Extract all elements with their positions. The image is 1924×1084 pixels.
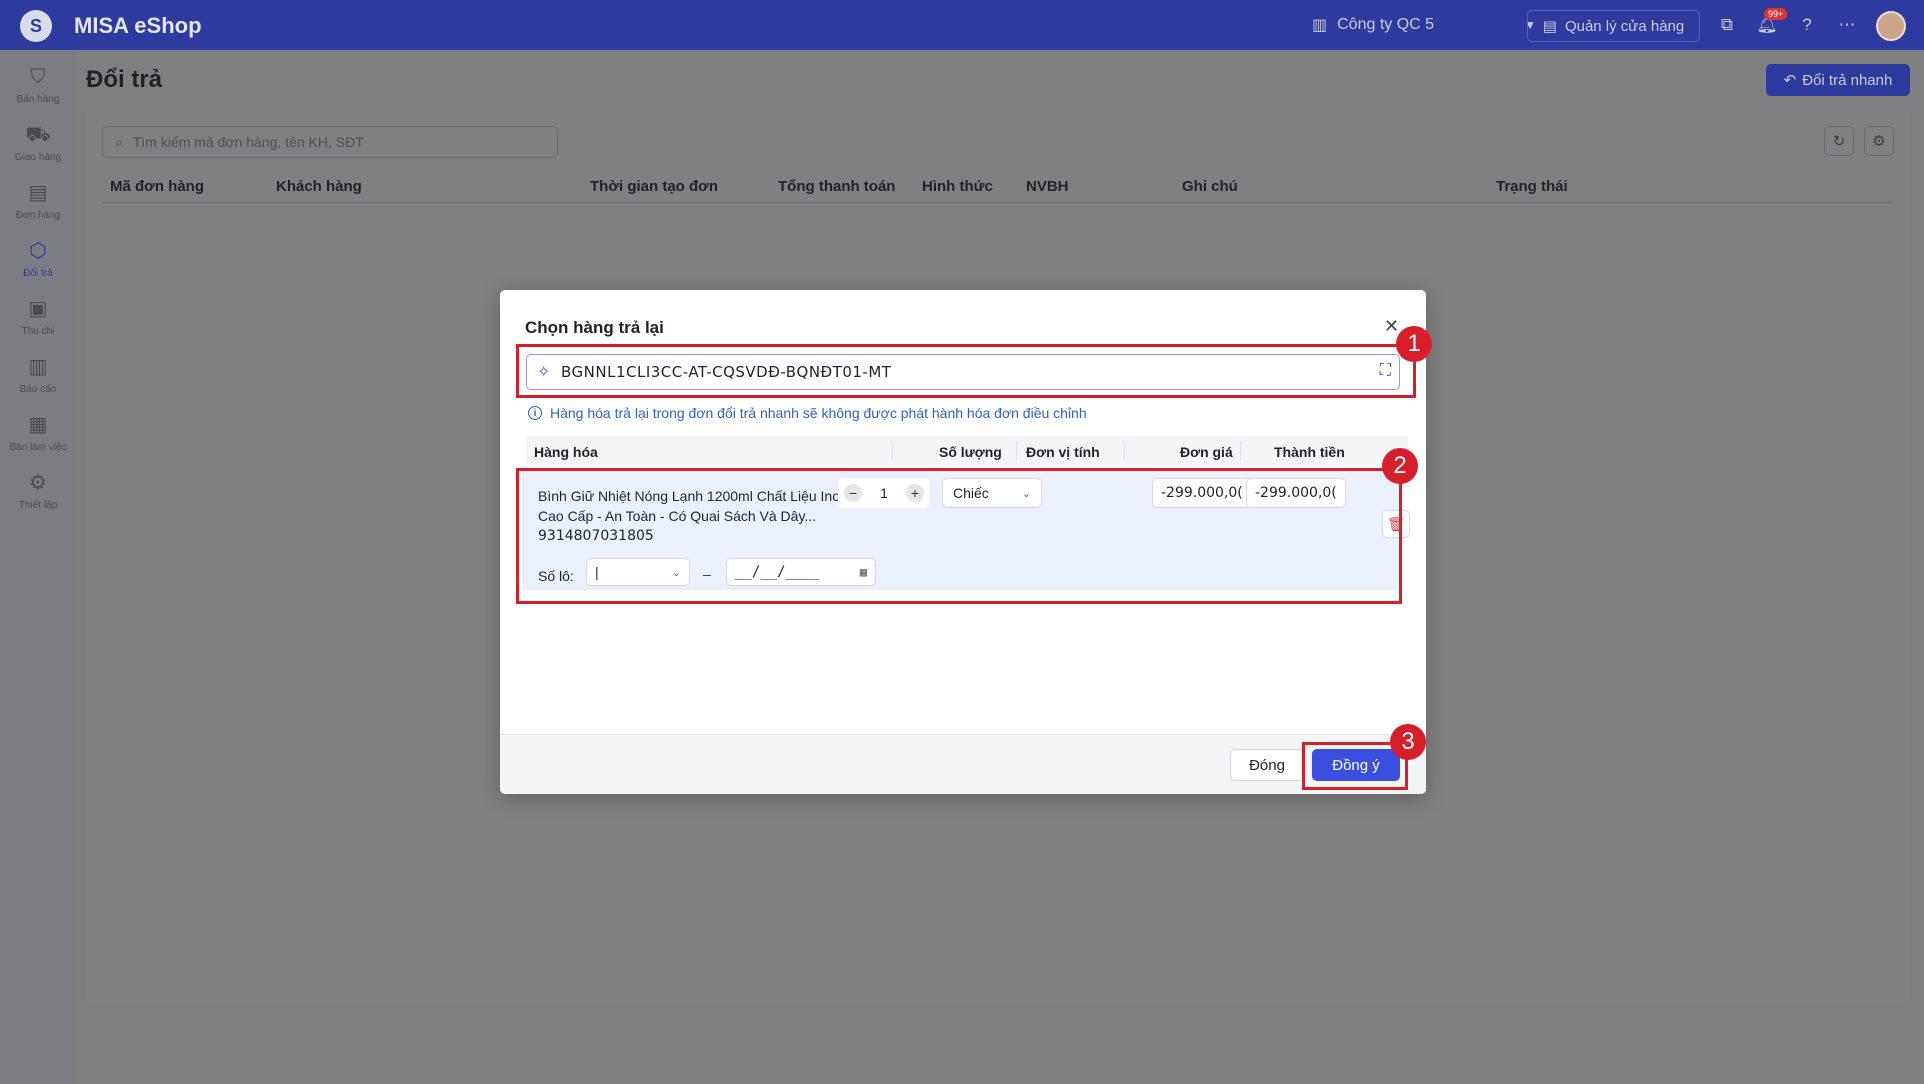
th-price: Đơn giá bbox=[1180, 444, 1233, 460]
app-logo[interactable]: S bbox=[20, 10, 52, 42]
settings-button[interactable]: ⚙ bbox=[1864, 126, 1894, 156]
sidebar-item-sales[interactable]: ⛉ Bán hàng bbox=[0, 64, 76, 122]
return-arrow-icon: ↶ bbox=[1783, 72, 1797, 89]
truck-icon: ⛟ bbox=[25, 124, 51, 146]
col-note[interactable]: Ghi chú bbox=[1182, 178, 1238, 195]
th-unit: Đơn vị tính bbox=[1026, 444, 1100, 460]
sidebar-item-settings[interactable]: ⚙ Thiết lập bbox=[0, 470, 76, 528]
th-divider bbox=[1124, 442, 1125, 460]
close-button[interactable]: Đóng bbox=[1230, 749, 1304, 781]
col-staff[interactable]: NVBH bbox=[1026, 178, 1069, 195]
search-placeholder: Tìm kiếm mã đơn hàng, tên KH, SĐT bbox=[132, 134, 364, 150]
bag-icon: ⛉ bbox=[30, 66, 46, 88]
sidebar-item-reports[interactable]: ▥ Báo cáo bbox=[0, 354, 76, 412]
sidebar-item-cashflow[interactable]: ▣ Thu chi bbox=[0, 296, 76, 354]
modal-title: Chọn hàng trả lại bbox=[525, 318, 664, 337]
th-divider bbox=[892, 442, 893, 460]
col-created-time[interactable]: Thời gian tạo đơn bbox=[590, 178, 718, 195]
gear-icon: ⚙ bbox=[29, 472, 47, 494]
th-qty: Số lượng bbox=[939, 444, 1002, 460]
col-order-code[interactable]: Mã đơn hàng bbox=[110, 178, 204, 195]
th-divider bbox=[1240, 442, 1241, 460]
gear-icon: ⚙ bbox=[1872, 133, 1886, 150]
close-icon[interactable]: ✕ bbox=[1384, 316, 1399, 337]
monitor-icon[interactable]: ⧉ bbox=[1716, 14, 1738, 36]
annotation-marker-3: 3 bbox=[1390, 724, 1426, 760]
store-icon: ▥ bbox=[1312, 17, 1328, 34]
annotation-box-1 bbox=[516, 344, 1416, 398]
col-form[interactable]: Hình thức bbox=[922, 178, 993, 195]
notification-badge: 99+ bbox=[1764, 8, 1788, 20]
store-management-button[interactable]: ▤ Quản lý cửa hàng bbox=[1527, 10, 1700, 42]
th-divider bbox=[1016, 442, 1017, 460]
company-name: Công ty QC 5 bbox=[1337, 16, 1435, 33]
quick-return-button[interactable]: ↶ Đổi trả nhanh bbox=[1766, 64, 1910, 96]
page-title: Đổi trả bbox=[86, 66, 163, 93]
refresh-icon: ↻ bbox=[1832, 133, 1846, 150]
grid-icon: ▦ bbox=[28, 414, 48, 436]
sidebar-item-delivery[interactable]: ⛟ Giao hàng bbox=[0, 122, 76, 180]
more-icon[interactable]: ⋯ bbox=[1836, 14, 1858, 36]
refresh-button[interactable]: ↻ bbox=[1824, 126, 1854, 156]
th-item: Hàng hóa bbox=[534, 444, 598, 460]
col-status[interactable]: Trạng thái bbox=[1496, 178, 1568, 195]
annotation-box-2 bbox=[516, 468, 1402, 604]
sidebar-item-workspace[interactable]: ▦ Bàn làm việc bbox=[0, 412, 76, 470]
help-icon[interactable]: ? bbox=[1796, 14, 1818, 36]
sidebar: ⛉ Bán hàng ⛟ Giao hàng ▤ Đơn hàng ⬡ Đổi … bbox=[0, 50, 76, 1084]
top-bar: S MISA eShop ▥ Công ty QC 5 ▼ ▤ Quản lý … bbox=[0, 0, 1924, 50]
return-box-icon: ⬡ bbox=[29, 240, 47, 262]
sidebar-item-orders[interactable]: ▤ Đơn hàng bbox=[0, 180, 76, 238]
clipboard-icon: ▤ bbox=[28, 182, 48, 204]
col-customer[interactable]: Khách hàng bbox=[276, 178, 362, 195]
annotation-marker-2: 2 bbox=[1382, 448, 1418, 484]
store-manage-icon: ▤ bbox=[1542, 18, 1557, 35]
annotation-marker-1: 1 bbox=[1396, 326, 1432, 362]
th-total: Thành tiền bbox=[1274, 444, 1345, 460]
sidebar-item-returns[interactable]: ⬡ Đổi trả bbox=[0, 238, 76, 296]
chart-icon: ▥ bbox=[28, 356, 48, 378]
col-total-payment[interactable]: Tổng thanh toán bbox=[778, 178, 895, 195]
info-message: i Hàng hóa trả lại trong đơn đổi trả nha… bbox=[528, 405, 1087, 421]
company-selector[interactable]: ▥ Công ty QC 5 ▼ bbox=[1312, 8, 1536, 42]
brand-name: MISA eShop bbox=[74, 13, 202, 38]
table-header-divider bbox=[102, 202, 1894, 203]
search-icon: ⌕ bbox=[115, 133, 123, 150]
items-table-header: Hàng hóa Số lượng Đơn vị tính Đơn giá Th… bbox=[526, 436, 1408, 466]
order-search-input[interactable]: ⌕ Tìm kiếm mã đơn hàng, tên KH, SĐT bbox=[102, 126, 558, 158]
modal-footer: Đóng Đồng ý bbox=[500, 734, 1426, 794]
cash-icon: ▣ bbox=[28, 298, 48, 320]
info-icon: i bbox=[528, 406, 542, 420]
avatar[interactable] bbox=[1876, 11, 1906, 41]
